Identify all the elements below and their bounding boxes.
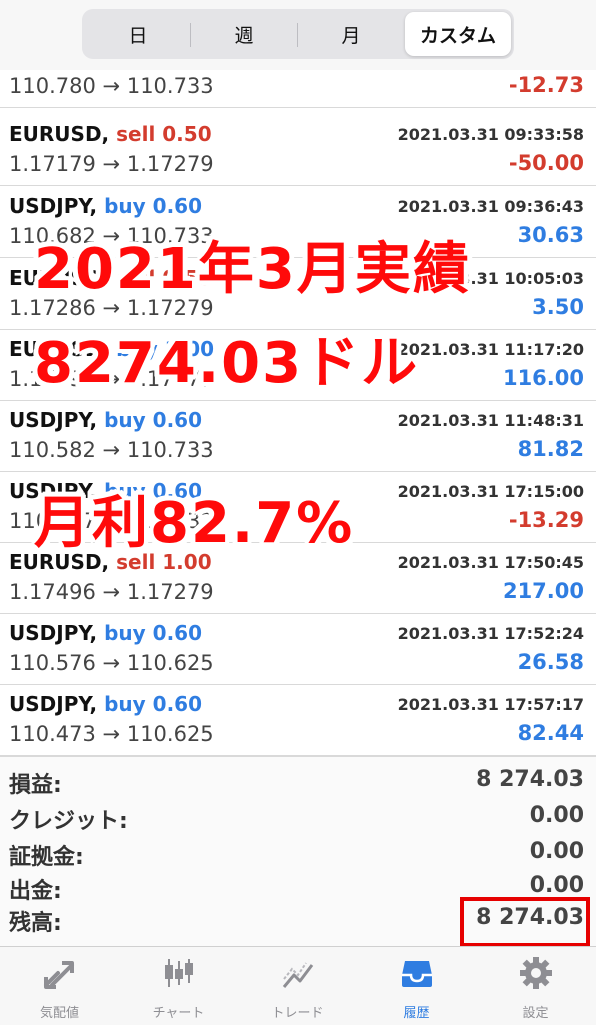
trade-prices: 110.473 → 110.625 [9,722,214,746]
history-icon [402,961,432,987]
trade-prices: 110.780 → 110.733 [9,74,214,98]
tab-label: 履歴 [403,1006,430,1021]
trade-side: buy 0.60 [104,194,202,218]
tab-history[interactable]: 履歴 [357,947,476,1025]
period-segmented-control: 日 週 月 カスタム [82,9,514,59]
trade-row[interactable]: EURUSD, sell 0.50 2021.03.31 09:33:58 1.… [0,114,596,186]
trade-row[interactable]: USDJPY, buy 0.60 2021.03.31 17:52:24 110… [0,613,596,685]
settings-icon [520,957,552,989]
summary-profit-row: 損益: 8 274.03 [0,765,596,799]
trade-time: 2021.03.31 17:52:24 [397,624,584,643]
trade-symbol: USDJPY, buy 0.60 [9,692,202,716]
tab-chart[interactable]: チャート [119,947,238,1025]
quotes-icon [44,961,74,989]
trade-time: 2021.03.31 17:15:00 [397,482,584,501]
overlay-amount: 8274.03ドル [34,331,420,396]
trade-prices: 110.576 → 110.625 [9,651,214,675]
trade-profit: 26.58 [517,650,584,674]
tab-label: トレード [271,1006,324,1021]
summary-label: 出金: [9,879,62,904]
trade-prices: 110.582 → 110.733 [9,438,214,462]
summary-value: 8 274.03 [476,767,584,792]
tab-label: 気配値 [39,1006,79,1021]
trade-symbol: USDJPY, buy 0.60 [9,408,202,432]
trade-profit: 81.82 [517,437,584,461]
trade-time: 2021.03.31 17:57:17 [397,695,584,714]
trade-time: 2021.03.31 11:48:31 [397,411,584,430]
trade-icon [282,962,314,988]
overlay-monthly-return: 月利82.7% [34,491,355,556]
trade-side: buy 0.60 [104,408,202,432]
summary-credit-row: クレジット: 0.00 [0,801,596,835]
bottom-tab-bar: 気配値 チャート トレード 履歴 設定 [0,946,596,1025]
tab-trade[interactable]: トレード [238,947,357,1025]
summary-label: 証拠金: [9,845,84,870]
trade-time: 2021.03.31 09:33:58 [397,125,584,144]
summary-label: 残高: [9,911,62,936]
tab-quotes[interactable]: 気配値 [0,947,119,1025]
summary-margin-row: 証拠金: 0.00 [0,837,596,871]
summary-value: 0.00 [529,839,584,864]
trade-symbol: USDJPY, buy 0.60 [9,621,202,645]
trade-profit: 3.50 [532,295,584,319]
trade-profit: -12.73 [508,73,584,97]
trade-row[interactable]: USDJPY, buy 0.60 2021.03.31 17:57:17 110… [0,684,596,756]
trade-profit: 116.00 [502,366,584,390]
tab-label: チャート [152,1006,205,1021]
trade-profit: 217.00 [502,579,584,603]
trade-side: buy 0.60 [104,692,202,716]
segment-month[interactable]: 月 [298,12,404,56]
tab-settings[interactable]: 設定 [476,947,595,1025]
trade-history-list[interactable]: 110.780 → 110.733 -12.73 EURUSD, sell 0.… [0,70,596,756]
trade-time: 2021.03.31 09:36:43 [397,197,584,216]
overlay-title: 2021年3月実績 [34,237,471,302]
trade-row[interactable]: 110.780 → 110.733 -12.73 [0,70,596,108]
summary-value: 0.00 [529,873,584,898]
summary-value: 0.00 [529,803,584,828]
trade-side: sell 0.50 [116,122,212,146]
balance-highlight-box [460,897,590,947]
trade-time: 2021.03.31 17:50:45 [397,553,584,572]
trade-symbol: EURUSD, sell 0.50 [9,122,212,146]
trade-profit: -13.29 [508,508,584,532]
trade-profit: -50.00 [508,151,584,175]
trade-symbol: USDJPY, buy 0.60 [9,194,202,218]
tab-label: 設定 [522,1006,549,1021]
period-header: 日 週 月 カスタム [0,0,596,70]
trade-side: buy 0.60 [104,621,202,645]
trade-time: 2021.03.31 11:17:20 [397,340,584,359]
summary-label: クレジット: [9,809,128,834]
segment-day[interactable]: 日 [85,12,191,56]
trade-row[interactable]: USDJPY, buy 0.60 2021.03.31 11:48:31 110… [0,400,596,472]
trade-profit: 30.63 [517,223,584,247]
trade-profit: 82.44 [517,721,584,745]
trade-prices: 1.17179 → 1.17279 [9,152,214,176]
segment-custom[interactable]: カスタム [405,12,511,56]
summary-label: 損益: [9,773,62,798]
trade-prices: 1.17496 → 1.17279 [9,580,214,604]
segment-week[interactable]: 週 [191,12,297,56]
chart-icon [165,959,193,987]
